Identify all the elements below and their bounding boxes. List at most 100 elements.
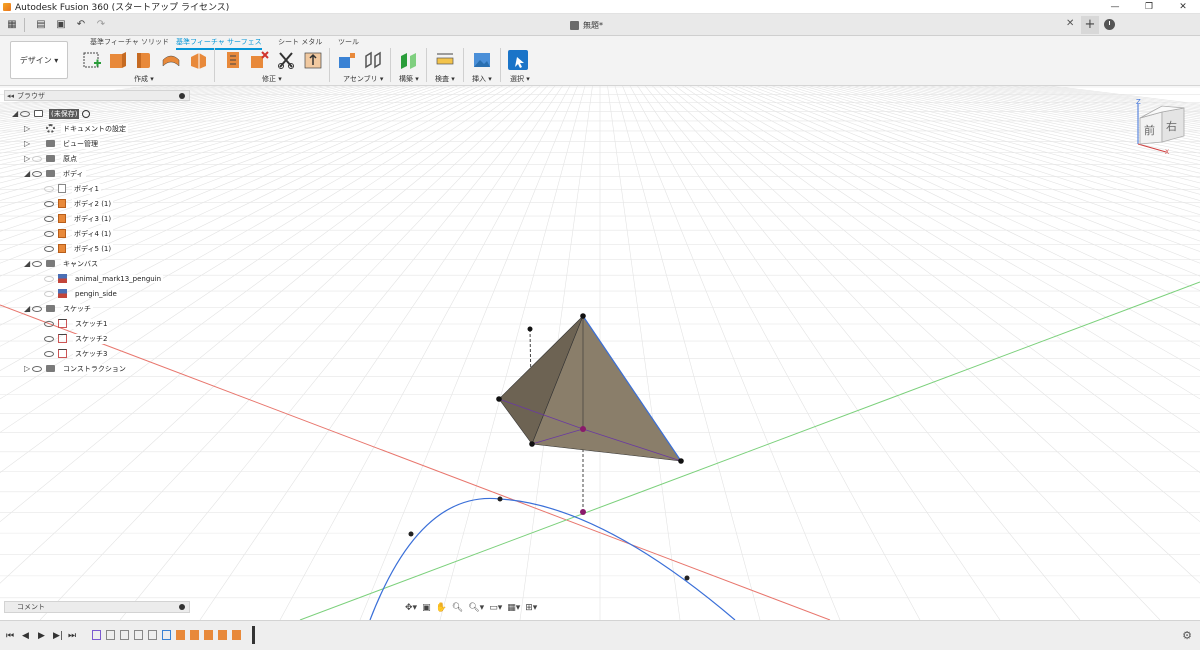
browser-node[interactable]: ボディ2 (1)	[36, 197, 114, 210]
trim-icon[interactable]	[276, 50, 296, 70]
new-component-icon[interactable]	[337, 50, 357, 70]
browser-node[interactable]: ▷ ビュー管理	[24, 137, 100, 150]
activate-radio-icon[interactable]	[82, 109, 91, 118]
group-construct[interactable]: 構築 ▾	[399, 74, 419, 84]
sketch-feature-icon[interactable]	[106, 630, 115, 640]
group-insert[interactable]: 挿入 ▾	[472, 74, 492, 84]
browser-node[interactable]: ◢ ボディ	[24, 167, 86, 180]
job-status-icon[interactable]	[1104, 19, 1115, 30]
visibility-eye-icon[interactable]	[44, 335, 54, 342]
group-create[interactable]: 作成 ▾	[134, 74, 154, 84]
group-inspect[interactable]: 検査 ▾	[435, 74, 455, 84]
tab-sheet-metal[interactable]: シート メタル	[278, 37, 322, 47]
browser-root[interactable]: ◢ (未保存)	[12, 107, 91, 120]
extrude-icon[interactable]	[108, 50, 128, 70]
visibility-eye-icon[interactable]	[20, 110, 30, 117]
tab-surface[interactable]: 基準フィーチャ サーフェス	[176, 37, 262, 50]
sketch-feature-icon[interactable]	[120, 630, 129, 640]
measure-icon[interactable]	[435, 50, 455, 70]
collapse-panel-icon[interactable]: ◂◂	[7, 92, 14, 100]
browser-node[interactable]: ◢ スケッチ	[24, 302, 93, 315]
tetrahedron-body[interactable]	[498, 315, 682, 462]
grid-settings-icon[interactable]: ▦▾	[507, 603, 520, 613]
visibility-eye-icon[interactable]	[44, 290, 54, 297]
visibility-eye-icon[interactable]	[44, 245, 54, 252]
pin-icon[interactable]	[179, 604, 185, 610]
expand-triangle-icon[interactable]: ▷	[24, 364, 32, 373]
browser-header[interactable]: ◂◂ ブラウザ	[4, 90, 190, 101]
browser-node[interactable]: ◢ キャンバス	[24, 257, 100, 270]
sketch-curve-points[interactable]	[408, 496, 690, 581]
browser-node[interactable]: ▷ コンストラクション	[24, 362, 128, 375]
body-feature-icon[interactable]	[204, 630, 213, 640]
group-assemble[interactable]: アセンブリ ▾	[343, 74, 383, 84]
redo-icon[interactable]: ↷	[93, 17, 109, 33]
visibility-eye-icon[interactable]	[44, 350, 54, 357]
expand-triangle-icon[interactable]: ▷	[24, 139, 32, 148]
joint-icon[interactable]	[363, 50, 383, 70]
look-at-icon[interactable]: ▣	[422, 603, 431, 613]
sweep-icon[interactable]	[161, 50, 181, 70]
projected-point[interactable]	[580, 509, 586, 515]
expand-triangle-icon[interactable]: ◢	[24, 259, 32, 268]
browser-node[interactable]: スケッチ1	[36, 317, 110, 330]
fit-icon[interactable]: 🔍︎▾	[468, 603, 484, 613]
visibility-eye-icon[interactable]	[44, 185, 54, 192]
viewcube[interactable]: Z X 前 右	[1132, 98, 1192, 154]
file-menu-icon[interactable]: ▤	[33, 17, 49, 33]
browser-node[interactable]: ▷ 原点	[24, 152, 79, 165]
expand-triangle-icon[interactable]: ▷	[24, 124, 32, 133]
go-to-end-icon[interactable]: ⏭	[68, 631, 76, 641]
minimize-button[interactable]: —	[1098, 0, 1132, 14]
step-back-icon[interactable]: ◀	[22, 631, 29, 641]
visibility-eye-icon[interactable]	[44, 230, 54, 237]
expand-triangle-icon[interactable]: ▷	[24, 154, 32, 163]
tab-solid[interactable]: 基準フィーチャ ソリッド	[90, 37, 169, 47]
maximize-button[interactable]: ❐	[1132, 0, 1166, 14]
visibility-eye-icon[interactable]	[32, 155, 42, 162]
browser-node[interactable]: ボディ3 (1)	[36, 212, 114, 225]
loft-icon[interactable]	[188, 50, 208, 70]
workspace-switcher[interactable]: デザイン ▾	[10, 41, 68, 79]
browser-node[interactable]: ▷ ドキュメントの設定	[24, 122, 128, 135]
expand-triangle-icon[interactable]: ◢	[24, 304, 32, 313]
sketch-feature-icon[interactable]	[148, 630, 157, 640]
visibility-eye-icon[interactable]	[44, 200, 54, 207]
visibility-eye-icon[interactable]	[32, 170, 42, 177]
visibility-eye-icon[interactable]	[32, 305, 42, 312]
browser-node[interactable]: animal_mark13_penguin	[36, 272, 164, 285]
sketch-feature-icon[interactable]	[134, 630, 143, 640]
save-icon[interactable]: ▣	[53, 17, 69, 33]
browser-node[interactable]: スケッチ3	[36, 347, 110, 360]
timeline-settings-gear-icon[interactable]: ⚙	[1182, 629, 1192, 642]
timeline-marker[interactable]	[252, 626, 255, 644]
orbit-icon[interactable]: ✥▾	[405, 603, 417, 613]
display-settings-icon[interactable]: ▭▾	[489, 603, 502, 613]
expand-triangle-icon[interactable]: ◢	[12, 109, 20, 118]
new-tab-button[interactable]: +	[1081, 16, 1099, 34]
visibility-eye-icon[interactable]	[32, 365, 42, 372]
step-forward-icon[interactable]: ▶|	[53, 631, 63, 641]
body-feature-icon[interactable]	[218, 630, 227, 640]
close-tab-icon[interactable]: ✕	[1066, 18, 1074, 29]
browser-node[interactable]: ボディ5 (1)	[36, 242, 114, 255]
close-window-button[interactable]: ✕	[1166, 0, 1200, 14]
delete-face-icon[interactable]	[249, 50, 269, 70]
browser-node[interactable]: ボディ4 (1)	[36, 227, 114, 240]
undo-icon[interactable]: ↶	[73, 17, 89, 33]
visibility-eye-icon[interactable]	[44, 320, 54, 327]
visibility-eye-icon[interactable]	[44, 215, 54, 222]
expand-triangle-icon[interactable]: ◢	[24, 169, 32, 178]
press-pull-icon[interactable]	[223, 50, 243, 70]
browser-node[interactable]: スケッチ2	[36, 332, 110, 345]
offset-plane-icon[interactable]	[399, 50, 419, 70]
sketch-feature-icon[interactable]	[162, 630, 171, 640]
go-to-start-icon[interactable]: ⏮	[6, 631, 14, 641]
visibility-eye-icon[interactable]	[32, 260, 42, 267]
create-sketch-icon[interactable]	[82, 50, 102, 70]
comment-panel[interactable]: コメント	[4, 601, 190, 613]
body-feature-icon[interactable]	[232, 630, 241, 640]
zoom-icon[interactable]: 🔍︎	[452, 603, 463, 613]
canvas-feature-icon[interactable]	[92, 630, 101, 640]
insert-image-icon[interactable]	[472, 50, 492, 70]
